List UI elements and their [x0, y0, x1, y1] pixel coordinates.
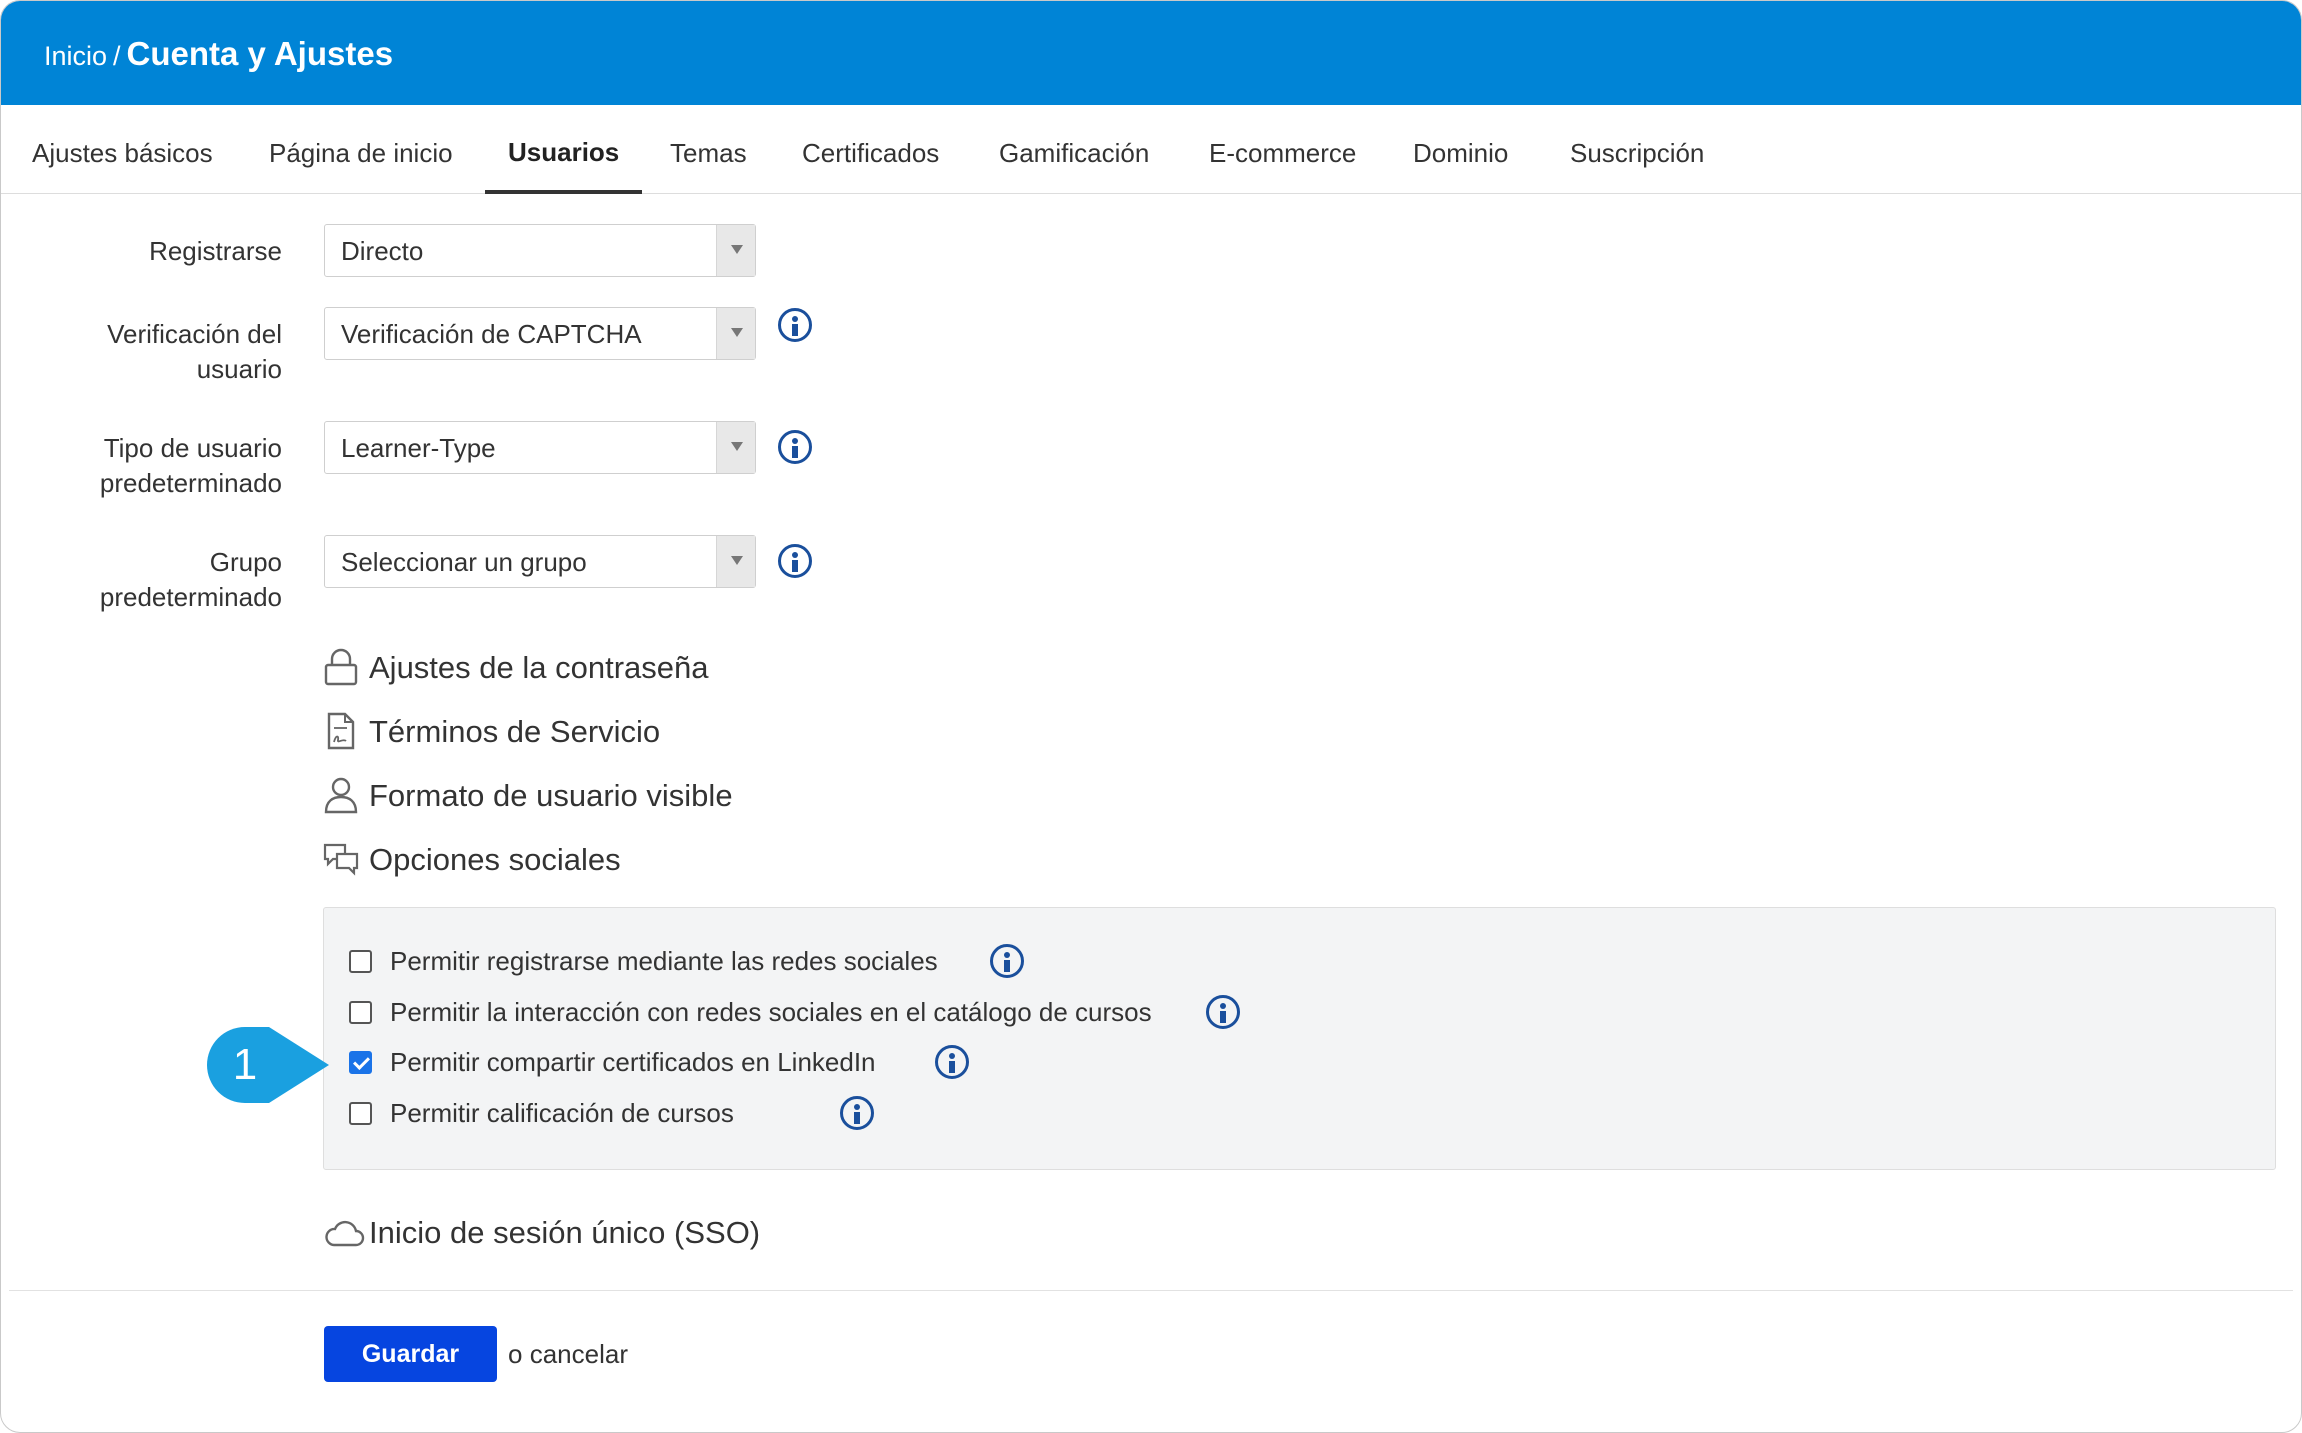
group-info-icon[interactable]	[778, 544, 812, 578]
signup-select-value: Directo	[341, 236, 424, 266]
step-callout: 1	[207, 1027, 329, 1103]
course-rating-checkbox[interactable]	[349, 1102, 372, 1125]
tab-subscription[interactable]: Suscripción	[1570, 105, 1704, 193]
verification-label: Verificación del usuario	[107, 317, 282, 387]
user-icon	[324, 777, 358, 814]
signup-select[interactable]: Directo	[324, 224, 756, 277]
user-type-label: Tipo de usuario predeterminado	[100, 431, 282, 501]
user-format-title: Formato de usuario visible	[369, 778, 733, 813]
tab-basic-settings[interactable]: Ajustes básicos	[32, 105, 213, 193]
cloud-icon	[325, 1220, 365, 1247]
save-button[interactable]: Guardar	[324, 1326, 497, 1382]
social-signup-info-icon[interactable]	[990, 944, 1024, 978]
course-rating-label: Permitir calificación de cursos	[390, 1098, 734, 1128]
page-title: Cuenta y Ajustes	[126, 35, 394, 72]
social-catalog-label: Permitir la interacción con redes social…	[390, 997, 1152, 1027]
chat-bubbles-icon	[323, 843, 359, 876]
tab-gamification[interactable]: Gamificación	[999, 105, 1149, 193]
social-options-title: Opciones sociales	[369, 842, 621, 877]
verification-info-icon[interactable]	[778, 308, 812, 342]
callout-number: 1	[232, 1040, 258, 1089]
linkedin-share-label: Permitir compartir certificados en Linke…	[390, 1047, 876, 1077]
verification-select[interactable]: Verificación de CAPTCHA	[324, 307, 756, 360]
dropdown-arrow-icon	[716, 308, 755, 359]
social-catalog-info-icon[interactable]	[1206, 995, 1240, 1029]
user-type-label-line2: predeterminado	[99, 468, 282, 498]
linkedin-share-checkbox[interactable]	[349, 1051, 372, 1074]
user-type-select[interactable]: Learner-Type	[324, 421, 756, 474]
cancel-group: o cancelar	[508, 1335, 628, 1373]
social-signup-label: Permitir registrarse mediante las redes …	[390, 946, 938, 976]
group-label-line2: predeterminado	[99, 582, 282, 612]
dropdown-arrow-icon	[716, 536, 755, 587]
breadcrumb-separator: /	[113, 41, 121, 71]
group-select[interactable]: Seleccionar un grupo	[324, 535, 756, 588]
sso-title: Inicio de sesión único (SSO)	[369, 1215, 761, 1250]
settings-window: Inicio / Cuenta y Ajustes Ajustes básicos …	[0, 0, 2302, 1433]
breadcrumb: Inicio / Cuenta y Ajustes	[44, 37, 393, 73]
group-label-line1: Grupo	[209, 547, 282, 577]
user-type-label-line1: Tipo de usuario	[103, 433, 282, 463]
linkedin-share-info-icon[interactable]	[935, 1045, 969, 1079]
cancel-link[interactable]: cancelar	[530, 1339, 628, 1369]
user-type-info-icon[interactable]	[778, 430, 812, 464]
breadcrumb-home-link[interactable]: Inicio	[44, 41, 107, 71]
group-select-value: Seleccionar un grupo	[341, 547, 587, 577]
lock-icon	[324, 648, 358, 686]
tab-users[interactable]: Usuarios	[484, 105, 643, 194]
verification-label-line1: Verificación del	[107, 319, 282, 349]
tab-ecommerce[interactable]: E-commerce	[1209, 105, 1356, 193]
social-options-panel: Permitir registrarse mediante las redes …	[323, 907, 2276, 1170]
tab-certificates[interactable]: Certificados	[802, 105, 939, 193]
group-label: Grupo predeterminado	[100, 545, 282, 615]
cancel-prefix: o	[508, 1339, 523, 1369]
password-settings-title: Ajustes de la contraseña	[369, 650, 709, 685]
tab-home-page[interactable]: Página de inicio	[269, 105, 453, 193]
verification-label-line2: usuario	[196, 354, 282, 384]
settings-tabs: Ajustes básicos Página de inicio Usuario…	[1, 105, 2301, 194]
verification-select-value: Verificación de CAPTCHA	[341, 319, 642, 349]
dropdown-arrow-icon	[716, 422, 755, 473]
social-signup-checkbox[interactable]	[349, 950, 372, 973]
footer-divider	[9, 1290, 2293, 1291]
terms-of-service-title: Términos de Servicio	[369, 714, 661, 749]
course-rating-info-icon[interactable]	[840, 1096, 874, 1130]
signup-label: Registrarse	[149, 236, 282, 266]
document-icon	[327, 712, 355, 750]
tab-themes[interactable]: Temas	[670, 105, 747, 193]
social-catalog-checkbox[interactable]	[349, 1001, 372, 1024]
page-header: Inicio / Cuenta y Ajustes	[1, 1, 2301, 105]
user-type-select-value: Learner-Type	[341, 433, 496, 463]
dropdown-arrow-icon	[716, 225, 755, 276]
tab-domain[interactable]: Dominio	[1413, 105, 1508, 193]
